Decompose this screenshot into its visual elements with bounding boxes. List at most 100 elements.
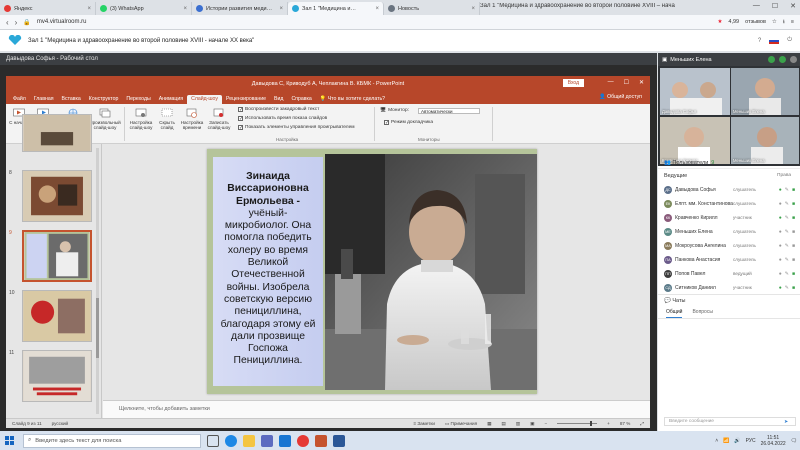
user-row[interactable]: ПА Панкова Анастасия слушатель ● ✎ ■ xyxy=(658,253,800,266)
current-slide[interactable]: Зинаида Виссарионовна Ермольева - учёный… xyxy=(207,149,537,394)
file-explorer-icon[interactable] xyxy=(243,434,255,447)
slide-thumbnail-11[interactable] xyxy=(22,350,92,402)
close-icon[interactable]: × xyxy=(375,6,379,12)
tab-file[interactable]: Файл xyxy=(9,96,30,104)
browser-tab-whatsapp[interactable]: (3) WhatsApp × xyxy=(96,2,192,15)
comments-button[interactable]: ▭ Примечания xyxy=(445,421,477,427)
language-indicator[interactable]: русский xyxy=(52,421,68,426)
user-row[interactable]: КК Кравченко Кирилл участник ● ✎ ■ xyxy=(658,211,800,224)
download-icon[interactable]: ⭳ xyxy=(783,18,785,27)
microphone-icon[interactable]: ● xyxy=(779,243,782,249)
menu-icon[interactable]: ≡ xyxy=(791,19,794,25)
url-field[interactable]: mv4.virtualroom.ru xyxy=(37,19,87,25)
tab-home[interactable]: Главная xyxy=(30,96,58,104)
store-icon[interactable] xyxy=(261,434,273,447)
tab-slideshow[interactable]: Слайд-шоу xyxy=(187,95,222,104)
slide-thumbnail-7[interactable] xyxy=(22,114,92,152)
setup-slideshow-button[interactable]: Настройка слайд-шоу xyxy=(128,108,154,130)
chat-message-input[interactable]: Введите сообщение xyxy=(664,417,796,426)
microphone-icon[interactable]: ● xyxy=(779,201,782,207)
back-icon[interactable]: ‹ xyxy=(6,18,9,27)
close-icon[interactable]: ✕ xyxy=(790,2,796,10)
slide-text-box[interactable]: Зинаида Виссарионовна Ермольева - учёный… xyxy=(213,157,323,386)
user-row[interactable]: ПП Попов Павел ведущий ● ✎ ■ xyxy=(658,267,800,280)
player-controls-checkbox[interactable]: ✓ Показать элементы управления проигрыват… xyxy=(238,125,355,131)
login-button[interactable]: Вход xyxy=(562,79,584,87)
slide-thumbnail-9-selected[interactable] xyxy=(22,230,92,282)
chevron-up-icon[interactable]: ˄ xyxy=(715,438,718,444)
yandex-browser-icon[interactable] xyxy=(297,434,309,447)
microphone-icon[interactable]: ● xyxy=(779,271,782,277)
tab-view[interactable]: Вид xyxy=(270,96,287,104)
narration-checkbox[interactable]: ✓ Воспроизвести закадровый текст xyxy=(238,107,319,113)
tab-insert[interactable]: Вставка xyxy=(58,96,85,104)
zoom-slider[interactable] xyxy=(557,421,598,426)
monitor-select[interactable]: Автоматически xyxy=(418,108,480,114)
settings-icon[interactable] xyxy=(790,56,797,63)
browser-tab-room[interactable]: Зал 1 "Медицина и… × xyxy=(288,2,384,15)
chats-section-header[interactable]: 💬 Чаты xyxy=(658,294,800,306)
close-icon[interactable]: × xyxy=(471,6,475,12)
pen-icon[interactable]: ✎ xyxy=(785,201,789,207)
camera-icon[interactable]: ■ xyxy=(792,243,795,249)
keyboard-language[interactable]: РУС xyxy=(746,438,756,444)
microphone-icon[interactable] xyxy=(768,56,775,63)
exit-icon[interactable]: ⏻ xyxy=(787,37,792,44)
camera-icon[interactable]: ■ xyxy=(792,201,795,207)
volume-icon[interactable]: 🔊 xyxy=(734,438,740,444)
microphone-icon[interactable]: ● xyxy=(779,229,782,235)
slide-thumbnail-10[interactable] xyxy=(22,290,92,342)
powerpoint-icon[interactable] xyxy=(315,434,327,447)
notes-button[interactable]: ≡ Заметки xyxy=(413,421,435,426)
share-button[interactable]: 👤 Общий доступ xyxy=(599,94,642,100)
word-icon[interactable] xyxy=(333,434,345,447)
pen-icon[interactable]: ✎ xyxy=(785,257,789,263)
maximize-icon[interactable]: ☐ xyxy=(624,79,629,86)
zoom-level[interactable]: 87 % xyxy=(620,421,630,426)
custom-slideshow-button[interactable]: Произвольный слайд-шоу xyxy=(89,108,121,130)
pen-icon[interactable]: ✎ xyxy=(785,187,789,193)
user-row[interactable]: ЕК Елпт. мм. Константинова… слушатель ● ✎ ■ xyxy=(658,197,800,210)
user-row[interactable]: ДС Давыдова Софья слушатель ● ✎ ■ xyxy=(658,183,800,196)
camera-icon[interactable]: ■ xyxy=(792,215,795,221)
camera-icon[interactable]: ■ xyxy=(792,187,795,193)
site-rating[interactable]: ★ 4,99 отзывов ☆ ⭳ ≡ xyxy=(717,18,794,27)
mail-icon[interactable] xyxy=(279,434,291,447)
tab-review[interactable]: Рецензирование xyxy=(222,96,270,104)
russian-flag-icon[interactable] xyxy=(769,37,780,44)
pen-icon[interactable]: ✎ xyxy=(785,229,789,235)
minimize-icon[interactable]: — xyxy=(753,2,760,10)
send-icon[interactable]: ➤ xyxy=(784,419,792,425)
sorter-view-icon[interactable]: ▤ xyxy=(501,421,505,427)
camera-icon[interactable]: ■ xyxy=(792,271,795,277)
slide-thumbnail-8[interactable] xyxy=(22,170,92,222)
tell-me-search[interactable]: 💡 Что вы хотите сделать? xyxy=(316,96,389,104)
pen-icon[interactable]: ✎ xyxy=(785,243,789,249)
minimize-icon[interactable]: — xyxy=(608,79,614,86)
presenter-view-checkbox[interactable]: ✓ Режим докладчика xyxy=(384,120,433,126)
fit-slide-icon[interactable]: ⤢ xyxy=(640,421,644,426)
close-icon[interactable]: × xyxy=(279,6,283,12)
maximize-icon[interactable]: ☐ xyxy=(772,2,778,10)
tab-chat-general[interactable]: Общий xyxy=(666,309,683,318)
user-row[interactable]: МА Мокроусова Ангелина слушатель ● ✎ ■ xyxy=(658,239,800,252)
zoom-out-icon[interactable]: − xyxy=(544,421,547,426)
camera-icon[interactable]: ■ xyxy=(792,229,795,235)
network-icon[interactable]: 📶 xyxy=(723,438,729,444)
normal-view-icon[interactable]: ▦ xyxy=(487,421,491,427)
close-icon[interactable]: × xyxy=(87,6,91,12)
reading-view-icon[interactable]: ▥ xyxy=(516,421,520,427)
microphone-icon[interactable]: ● xyxy=(779,187,782,193)
video-tile[interactable]: Давыдова Софья xyxy=(660,68,730,115)
close-icon[interactable]: × xyxy=(183,6,187,12)
taskbar-search[interactable]: ⌕ Введите здесь текст для поиска xyxy=(23,433,201,448)
edge-icon[interactable] xyxy=(225,434,237,447)
microphone-icon[interactable]: ● xyxy=(779,215,782,221)
clock[interactable]: 11:51 26.04.2022 xyxy=(761,435,786,447)
microphone-icon[interactable]: ● xyxy=(779,285,782,291)
microphone-icon[interactable]: ● xyxy=(779,257,782,263)
tab-design[interactable]: Конструктор xyxy=(85,96,123,104)
forward-icon[interactable]: › xyxy=(15,18,18,27)
camera-icon[interactable]: ■ xyxy=(792,257,795,263)
video-tile[interactable]: Меньших Елена xyxy=(731,68,799,115)
